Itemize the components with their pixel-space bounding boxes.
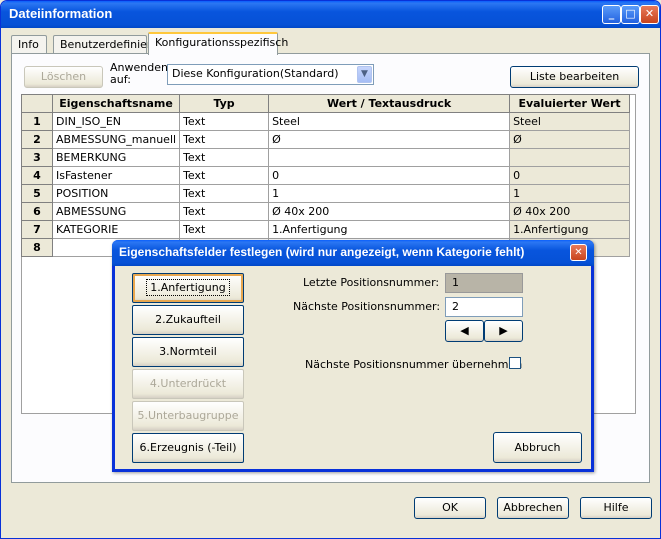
column-header-name[interactable]: Eigenschaftsname	[51, 94, 181, 113]
evaluated-value-cell: Ø 40x 200	[509, 202, 631, 221]
table-row[interactable]: 2 ABMESSUNG_manuell Text Ø Ø	[21, 130, 631, 149]
property-type-cell[interactable]: Text	[179, 220, 270, 239]
property-name-cell[interactable]: DIN_ISO_EN	[51, 112, 181, 131]
last-position-label: Letzte Positionsnummer:	[303, 276, 440, 289]
property-type-cell[interactable]: Text	[179, 130, 270, 149]
cancel-button[interactable]: Abbrechen	[497, 497, 569, 519]
property-type-cell[interactable]: Text	[179, 166, 270, 185]
edit-list-button[interactable]: Liste bearbeiten	[510, 66, 639, 88]
grid-corner	[21, 94, 53, 113]
properties-grid: Eigenschaftsname Typ Wert / Textausdruck…	[21, 94, 631, 257]
dialog-titlebar: Eigenschaftsfelder festlegen (wird nur a…	[112, 240, 594, 266]
tab-config-specific[interactable]: Konfigurationsspezifisch	[148, 32, 288, 55]
configuration-select-value: Diese Konfiguration(Standard)	[172, 67, 339, 80]
tab-config-specific-label: Konfigurationsspezifisch	[155, 36, 289, 49]
property-value-cell[interactable]: 1.Anfertigung	[268, 220, 511, 239]
window-title: Dateiinformation	[9, 6, 113, 21]
category-button-manufacturing[interactable]: 1.Anfertigung	[132, 273, 244, 303]
property-name-cell[interactable]: ABMESSUNG_manuell	[51, 130, 181, 149]
property-name-cell[interactable]: KATEGORIE	[51, 220, 181, 239]
row-number: 2	[21, 130, 53, 149]
row-number: 8	[21, 238, 53, 257]
row-number: 4	[21, 166, 53, 185]
abort-button[interactable]: Abbruch	[493, 432, 582, 463]
chevron-down-icon[interactable]: ▼	[357, 66, 372, 83]
category-button-standard[interactable]: 3.Normteil	[132, 337, 244, 367]
property-name-cell[interactable]: BEMERKUNG	[51, 148, 181, 167]
previous-arrow-button[interactable]: ◀	[445, 320, 484, 342]
evaluated-value-cell: 1.Anfertigung	[509, 220, 631, 239]
category-button-subassembly[interactable]: 5.Unterbaugruppe	[132, 401, 244, 431]
configuration-select[interactable]: Diese Konfiguration(Standard) ▼	[167, 64, 374, 85]
property-type-cell[interactable]: Text	[179, 148, 270, 167]
minimize-icon[interactable]: _	[602, 5, 621, 24]
dialog-title: Eigenschaftsfelder festlegen (wird nur a…	[119, 245, 525, 259]
window-titlebar: Dateiinformation	[1, 1, 660, 28]
row-number: 1	[21, 112, 53, 131]
property-type-cell[interactable]: Text	[179, 184, 270, 203]
close-icon[interactable]: ✕	[640, 5, 659, 24]
ok-button[interactable]: OK	[414, 497, 486, 519]
property-fields-dialog: Eigenschaftsfelder festlegen (wird nur a…	[112, 240, 594, 472]
property-name-cell[interactable]: POSITION	[51, 184, 181, 203]
table-row[interactable]: 5 POSITION Text 1 1	[21, 184, 631, 203]
property-value-cell[interactable]: Steel	[268, 112, 511, 131]
category-button-purchased[interactable]: 2.Zukaufteil	[132, 305, 244, 335]
column-header-evaluated[interactable]: Evaluierter Wert	[509, 94, 631, 113]
maximize-icon[interactable]: □	[621, 5, 640, 24]
property-value-cell[interactable]: Ø	[268, 130, 511, 149]
adopt-next-position-checkbox[interactable]	[509, 357, 521, 369]
apply-to-label: Anwenden auf:	[110, 61, 168, 86]
adopt-next-position-label: Nächste Positionsnummer übernehmen	[305, 358, 523, 371]
row-number: 6	[21, 202, 53, 221]
table-row[interactable]: 3 BEMERKUNG Text	[21, 148, 631, 167]
column-header-type[interactable]: Typ	[179, 94, 270, 113]
tab-custom-label: Benutzerdefiniert	[60, 38, 156, 51]
property-value-cell[interactable]: 0	[268, 166, 511, 185]
evaluated-value-cell: Ø	[509, 130, 631, 149]
property-value-cell[interactable]: 1	[268, 184, 511, 203]
tab-info-label: Info	[18, 38, 39, 51]
category-label: 1.Anfertigung	[146, 279, 230, 296]
property-type-cell[interactable]: Text	[179, 202, 270, 221]
dialog-close-icon[interactable]: ✕	[570, 244, 587, 261]
row-number: 5	[21, 184, 53, 203]
category-button-product[interactable]: 6.Erzeugnis (-Teil)	[132, 433, 244, 463]
property-name-cell[interactable]: ABMESSUNG	[51, 202, 181, 221]
row-number: 7	[21, 220, 53, 239]
table-row[interactable]: 4 IsFastener Text 0 0	[21, 166, 631, 185]
delete-button[interactable]: Löschen	[24, 66, 103, 88]
evaluated-value-cell: Steel	[509, 112, 631, 131]
category-button-suppressed[interactable]: 4.Unterdrückt	[132, 369, 244, 399]
property-type-cell[interactable]: Text	[179, 112, 270, 131]
last-position-field: 1	[445, 273, 523, 293]
table-row[interactable]: 6 ABMESSUNG Text Ø 40x 200 Ø 40x 200	[21, 202, 631, 221]
next-arrow-button[interactable]: ▶	[484, 320, 523, 342]
property-name-cell[interactable]: IsFastener	[51, 166, 181, 185]
property-value-cell[interactable]: Ø 40x 200	[268, 202, 511, 221]
next-position-label: Nächste Positionsnummer:	[293, 300, 441, 313]
tab-custom[interactable]: Benutzerdefiniert	[53, 35, 156, 54]
evaluated-value-cell	[509, 148, 631, 167]
next-position-field[interactable]: 2	[445, 297, 523, 317]
table-row[interactable]: 1 DIN_ISO_EN Text Steel Steel	[21, 112, 631, 131]
evaluated-value-cell: 0	[509, 166, 631, 185]
row-number: 3	[21, 148, 53, 167]
help-button[interactable]: Hilfe	[580, 497, 652, 519]
property-value-cell[interactable]	[268, 148, 511, 167]
evaluated-value-cell: 1	[509, 184, 631, 203]
column-header-value[interactable]: Wert / Textausdruck	[268, 94, 511, 113]
tab-info[interactable]: Info	[11, 35, 47, 54]
table-row[interactable]: 7 KATEGORIE Text 1.Anfertigung 1.Anfertigung	[21, 220, 631, 239]
